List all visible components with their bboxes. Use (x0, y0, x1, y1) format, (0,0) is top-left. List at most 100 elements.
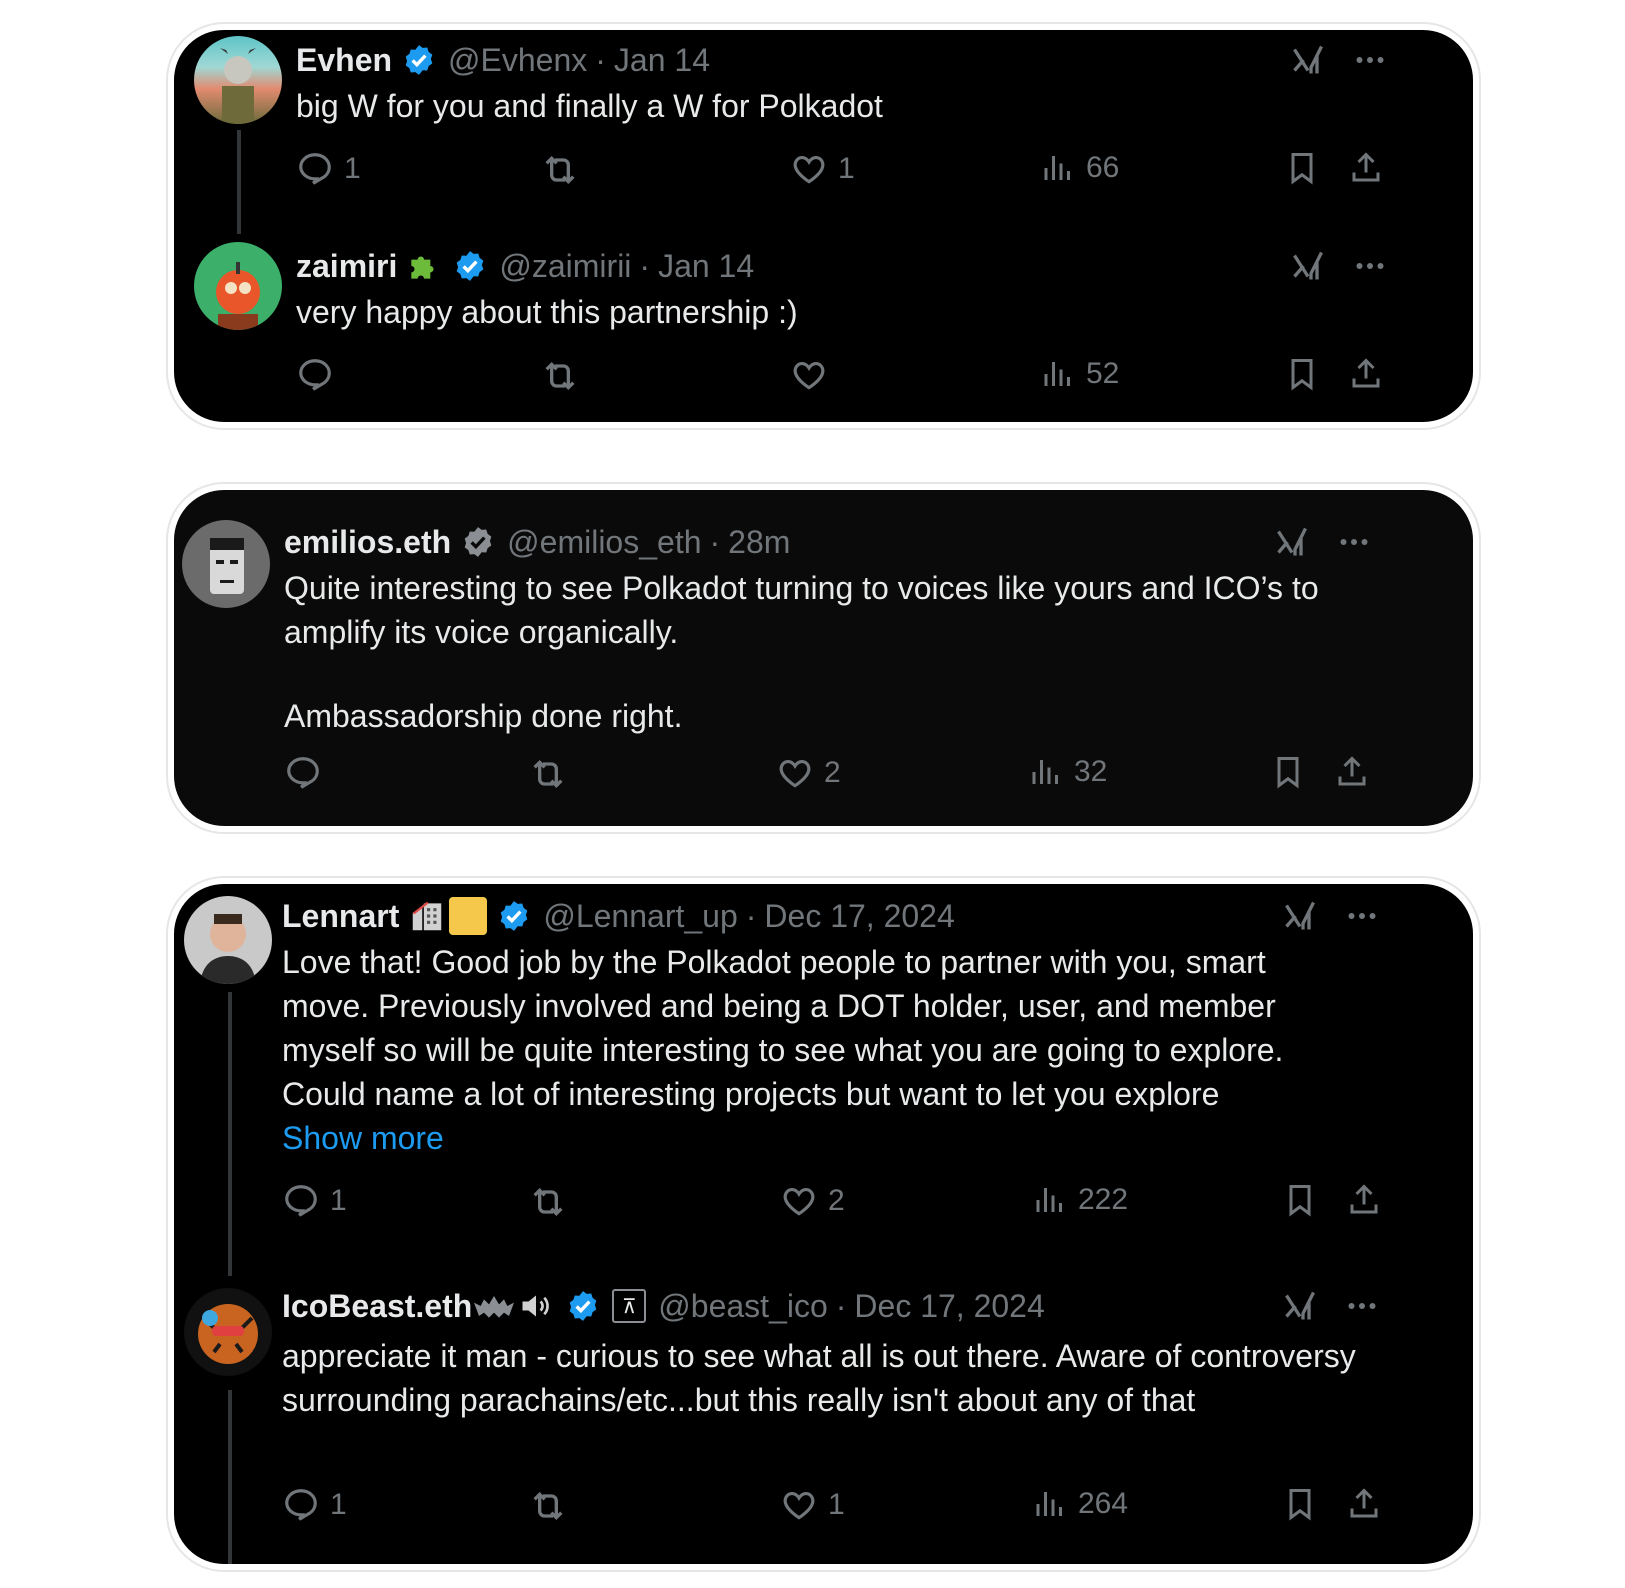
bookmark-button[interactable] (1282, 1182, 1318, 1218)
share-icon (1334, 754, 1370, 790)
timestamp[interactable]: Jan 14 (658, 248, 754, 285)
views-button[interactable]: 66 (1040, 150, 1119, 186)
grok-icon[interactable] (1282, 898, 1318, 934)
like-icon (776, 754, 814, 792)
more-icon[interactable] (1352, 42, 1388, 78)
separator: · (595, 41, 606, 78)
action-bar: 1 1 66 (296, 150, 1396, 194)
display-name[interactable]: zaimiri (296, 248, 397, 285)
tweet-icobeast[interactable]: IcoBeast.eth ⊼ @beast_ico · Dec 17, 2024… (174, 1274, 1473, 1564)
handle[interactable]: @beast_ico (658, 1288, 827, 1325)
repost-button[interactable] (528, 1182, 578, 1222)
handle[interactable]: @emilios_eth (507, 524, 701, 561)
like-button[interactable] (790, 356, 838, 394)
separator: · (835, 1287, 847, 1324)
display-name[interactable]: emilios.eth (284, 524, 451, 561)
bat-emoji-icon (474, 1291, 515, 1321)
bookmark-button[interactable] (1284, 150, 1320, 186)
share-button[interactable] (1346, 1486, 1382, 1522)
more-icon[interactable] (1344, 898, 1380, 934)
like-count: 1 (828, 1488, 845, 1521)
views-icon (1028, 754, 1064, 790)
views-button[interactable]: 264 (1032, 1486, 1128, 1522)
like-icon (780, 1182, 818, 1220)
share-button[interactable] (1334, 754, 1370, 790)
handle[interactable]: @Evhenx (448, 42, 587, 79)
repost-button[interactable] (540, 356, 590, 396)
timestamp[interactable]: Dec 17, 2024 (854, 1288, 1044, 1325)
views-icon (1040, 356, 1076, 392)
bookmark-icon (1284, 356, 1320, 392)
like-count: 1 (838, 152, 855, 185)
action-bar: 2 32 (284, 754, 1384, 798)
share-button[interactable] (1348, 150, 1384, 186)
display-name[interactable]: Lennart (282, 898, 399, 935)
repost-button[interactable] (540, 150, 590, 190)
views-button[interactable]: 32 (1028, 754, 1107, 790)
bookmark-button[interactable] (1282, 1486, 1318, 1522)
like-icon (780, 1486, 818, 1524)
affiliate-badge-icon[interactable]: ⊼ (612, 1289, 647, 1323)
more-icon[interactable] (1336, 524, 1372, 560)
grok-icon[interactable] (1290, 248, 1326, 284)
timestamp[interactable]: Dec 17, 2024 (764, 898, 954, 935)
action-bar: 1 1 264 (282, 1486, 1382, 1530)
repost-icon (540, 150, 580, 190)
reply-button[interactable]: 1 (296, 150, 361, 188)
avatar[interactable] (184, 896, 272, 984)
puzzle-emoji-icon (405, 247, 443, 285)
tweet-zaimiri[interactable]: zaimiri @zaimirii · Jan 14 very happy ab… (174, 236, 1473, 422)
reply-count: 1 (330, 1184, 347, 1217)
reply-button[interactable] (284, 754, 332, 792)
like-button[interactable]: 1 (790, 150, 855, 188)
like-count: 2 (824, 756, 841, 789)
like-icon (790, 356, 828, 394)
repost-button[interactable] (528, 1486, 578, 1526)
avatar[interactable] (194, 36, 282, 124)
reply-icon (284, 754, 322, 792)
views-button[interactable]: 52 (1040, 356, 1119, 392)
tweet-lennart[interactable]: Lennart @Lennart_up · Dec 17, 2024 Love … (174, 884, 1473, 1274)
view-count: 222 (1078, 1183, 1129, 1216)
bookmark-button[interactable] (1284, 356, 1320, 392)
tweet-evhen[interactable]: Evhen @Evhenx · Jan 14 big W for you and… (174, 30, 1473, 230)
grok-icon[interactable] (1290, 42, 1326, 78)
views-button[interactable]: 222 (1032, 1182, 1128, 1218)
tweet-text: big W for you and finally a W for Polkad… (296, 84, 1396, 128)
tweet-card-1: Evhen @Evhenx · Jan 14 big W for you and… (168, 24, 1479, 428)
display-name[interactable]: Evhen (296, 42, 392, 79)
reply-button[interactable]: 1 (282, 1486, 347, 1524)
handle[interactable]: @zaimirii (499, 248, 631, 285)
repost-button[interactable] (528, 754, 578, 794)
share-button[interactable] (1346, 1182, 1382, 1218)
timestamp[interactable]: 28m (728, 524, 790, 561)
verified-icon (402, 43, 436, 77)
tweet-emilios[interactable]: emilios.eth @emilios_eth · 28m Quite int… (174, 490, 1473, 826)
bookmark-icon (1282, 1486, 1318, 1522)
tweet-paragraph: big W for you and finally a W for Polkad… (296, 88, 883, 124)
bookmark-button[interactable] (1270, 754, 1306, 790)
views-icon (1032, 1182, 1068, 1218)
reply-icon (296, 150, 334, 188)
grok-icon[interactable] (1274, 524, 1310, 560)
show-more-link[interactable]: Show more (282, 1116, 1342, 1160)
share-icon (1346, 1182, 1382, 1218)
reply-button[interactable] (296, 356, 344, 394)
share-button[interactable] (1348, 356, 1384, 392)
more-icon[interactable] (1352, 248, 1388, 284)
timestamp[interactable]: Jan 14 (614, 42, 710, 79)
avatar[interactable] (184, 1288, 272, 1376)
reply-button[interactable]: 1 (282, 1182, 347, 1220)
like-button[interactable]: 2 (776, 754, 841, 792)
repost-icon (528, 1182, 568, 1222)
speaker-emoji-icon (516, 1288, 556, 1324)
handle[interactable]: @Lennart_up (543, 898, 737, 935)
avatar[interactable] (194, 242, 282, 330)
more-icon[interactable] (1344, 1288, 1380, 1324)
like-button[interactable]: 2 (780, 1182, 845, 1220)
grok-icon[interactable] (1282, 1288, 1318, 1324)
display-name[interactable]: IcoBeast.eth (282, 1288, 472, 1325)
avatar[interactable] (182, 520, 270, 608)
verified-icon (453, 249, 487, 283)
like-button[interactable]: 1 (780, 1486, 845, 1524)
